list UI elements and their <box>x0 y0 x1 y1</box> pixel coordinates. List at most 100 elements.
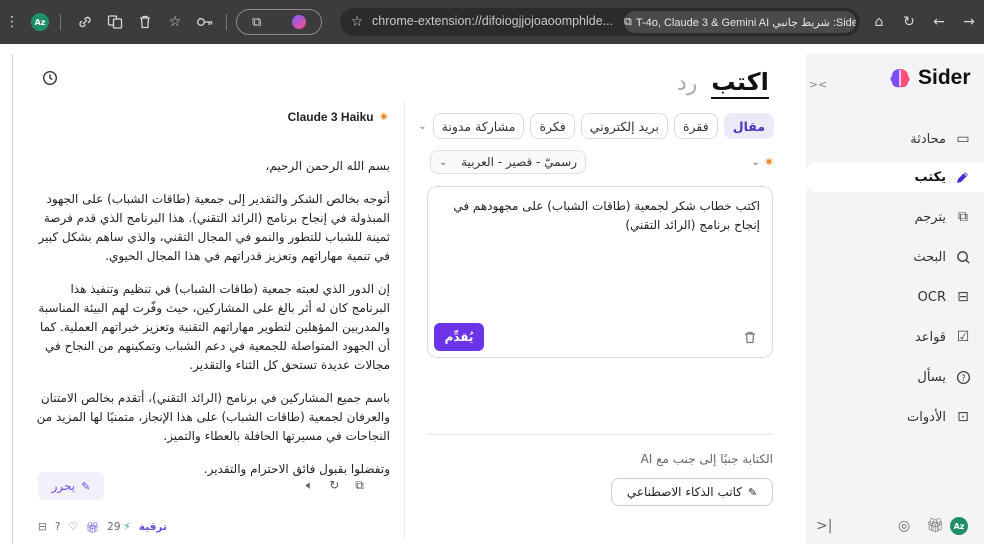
sidebar-item-search[interactable]: البحث <box>812 242 972 272</box>
credits-value: 29 <box>107 521 121 533</box>
sidebar-item-label: الأدوات <box>907 409 946 425</box>
sider-extension-icon[interactable] <box>291 15 306 29</box>
sider-sidebar: >< Sider محادثة ▭ يكتب يترجم ⧉ البحث OCR… <box>806 54 984 544</box>
upgrade-label: ترقية <box>138 521 167 533</box>
ai-writer-button[interactable]: ✎ كاتب الذكاء الاصطناعي <box>611 478 773 506</box>
message-icon[interactable]: ⊟ <box>38 521 47 533</box>
sidebar-item-tools[interactable]: الأدوات ⊡ <box>812 402 972 432</box>
extensions-puzzle-icon[interactable]: ⧉ <box>252 15 261 30</box>
copy-icon[interactable]: ⧉ <box>355 478 364 493</box>
output-paragraph: باسم جميع المشاركين في برنامج (الرائد ال… <box>36 391 390 443</box>
svg-text:?: ? <box>961 372 965 382</box>
pen-icon <box>954 168 972 186</box>
prompt-editor[interactable]: اكتب خطاب شكر لجمعية (طاقات الشباب) على … <box>427 186 773 358</box>
type-article[interactable]: مقال <box>723 113 774 139</box>
chevron-down-icon: ⌄ <box>751 156 760 168</box>
model-name: Claude 3 Haiku <box>287 110 374 124</box>
expand-panel-icon[interactable]: >| <box>816 514 832 538</box>
url-text: chrome-extension://difoiogjjojoaoomphlde… <box>372 14 614 28</box>
sidebar-item-label: يترجم <box>914 209 946 225</box>
type-blog-post[interactable]: مشاركة مدونة <box>432 113 525 139</box>
tab-reply[interactable]: رد <box>677 71 697 96</box>
back-arrow-icon[interactable]: ← <box>928 0 950 44</box>
chevron-down-icon[interactable]: ⌄ <box>418 115 426 137</box>
type-paragraph[interactable]: فقرة <box>673 113 718 139</box>
type-email[interactable]: بريد إلكتروني <box>580 113 668 139</box>
link-icon[interactable] <box>74 0 96 44</box>
upgrade-link[interactable]: ترقية <box>139 521 167 533</box>
sidebar-item-chat[interactable]: محادثة ▭ <box>812 124 972 154</box>
sidebar-item-label: OCR <box>917 289 946 305</box>
heart-icon[interactable]: ♡ <box>68 521 77 533</box>
address-bar[interactable]: ☆ chrome-extension://difoiogjjojoaoomphl… <box>340 8 860 36</box>
password-key-icon[interactable] <box>194 0 216 44</box>
response-model-header: Claude 3 Haiku ✷ <box>288 110 388 124</box>
generated-letter: بسم الله الرحمن الرحيم، أتوجه بخالص الشك… <box>34 157 390 493</box>
sidebar-item-ocr[interactable]: OCR ⊟ <box>812 282 972 312</box>
speaker-icon[interactable]: 🔈︎ <box>306 478 313 493</box>
divider <box>427 434 773 435</box>
submit-button[interactable]: يُقدِّم <box>434 323 484 351</box>
avatar: Az <box>950 517 968 535</box>
bookmark-star-icon[interactable]: ☆ <box>164 0 186 44</box>
composer-mode-tabs: اكتب رد <box>677 66 787 100</box>
delete-icon[interactable] <box>134 0 156 44</box>
profile-avatar: Az <box>31 13 49 31</box>
browser-toolbar: ⋮ Az ☆ ⧉ ☆ chrome-extension://difoiogjjo… <box>0 0 984 44</box>
type-idea[interactable]: فكرة <box>530 113 575 139</box>
model-selector[interactable]: ⌄ ✷ <box>738 150 774 174</box>
gift-icon[interactable]: 🎁︎ <box>86 521 99 534</box>
ai-writer-caption: الكتابة جنبًا إلى جنب مع AI <box>640 452 773 466</box>
format-dropdown[interactable]: رسميّ - قصير - العربية ⌄ <box>430 150 586 174</box>
toolbar-divider <box>226 14 227 30</box>
chat-icon: ▭ <box>956 131 970 147</box>
regenerate-icon[interactable]: ↻ <box>329 478 339 493</box>
prompt-text[interactable]: اكتب خطاب شكر لجمعية (طاقات الشباب) على … <box>442 197 760 235</box>
sidebar-item-ask[interactable]: يسأل ? <box>812 362 972 392</box>
collapse-sidebar-icon[interactable]: >< <box>808 74 828 94</box>
writing-type-selector: مقال فقرة بريد إلكتروني فكرة مشاركة مدون… <box>418 112 774 140</box>
format-options: ⌄ ✷ رسميّ - قصير - العربية ⌄ <box>430 150 774 174</box>
gift-icon[interactable]: 🎁︎ <box>926 514 944 538</box>
sidebar-item-label: البحث <box>913 249 946 265</box>
sidebar-item-label: قواعد <box>914 329 946 345</box>
bookmark-star-icon[interactable]: ☆ <box>348 8 366 36</box>
profile-button[interactable]: Az <box>28 0 52 44</box>
output-paragraph: إن الدور الذي لعبته جمعية (طاقات الشباب)… <box>38 282 390 372</box>
settings-icon[interactable]: ◎ <box>898 514 910 538</box>
sidebar-item-label: يكتب <box>914 169 946 185</box>
tab-write[interactable]: اكتب <box>711 68 769 99</box>
output-paragraph: بسم الله الرحمن الرحيم، <box>265 159 390 173</box>
sidebar-item-label: محادثة <box>910 131 946 147</box>
edit-button[interactable]: ✎ يحرر <box>38 472 104 500</box>
ai-writer-label: كاتب الذكاء الاصطناعي <box>626 485 742 499</box>
extension-title-text: Sider: شريط جانبي T-4o, Claude 3 & Gemin… <box>635 16 856 29</box>
sidebar-item-write[interactable]: يكتب <box>806 162 984 192</box>
tools-icon: ⊡ <box>957 409 969 425</box>
help-icon[interactable]: ? <box>55 521 61 533</box>
sider-brand-text: Sider <box>918 66 971 89</box>
panel-divider <box>404 100 405 540</box>
kebab-menu-icon[interactable]: ⋮ <box>4 0 20 44</box>
forward-arrow-icon[interactable]: → <box>958 0 980 44</box>
grammar-icon: ☑ <box>956 329 970 345</box>
toolbar-divider <box>60 14 61 30</box>
extension-group: ⧉ <box>234 0 324 44</box>
sidebar-item-translate[interactable]: يترجم ⧉ <box>812 202 972 232</box>
sider-logo: Sider <box>888 66 971 90</box>
response-actions: 🔈︎ ↻ ⧉ <box>306 478 364 493</box>
extension-chip-icon: ⧉ <box>624 15 632 28</box>
translate-icon: ⧉ <box>958 209 968 225</box>
home-icon[interactable]: ⌂ <box>868 0 890 44</box>
user-avatar-button[interactable]: Az <box>950 514 968 538</box>
history-clock-icon[interactable] <box>42 70 60 88</box>
clear-trash-icon[interactable] <box>744 331 758 345</box>
search-icon <box>954 248 972 266</box>
translate-page-icon[interactable] <box>104 0 126 44</box>
sidebar-item-grammar[interactable]: قواعد ☑ <box>812 322 972 352</box>
reload-icon[interactable]: ↻ <box>898 0 920 44</box>
bolt-icon: ⚡︎ <box>123 521 131 533</box>
ocr-icon: ⊟ <box>957 289 969 305</box>
question-icon: ? <box>954 368 972 386</box>
edit-label: يحرر <box>51 479 76 493</box>
